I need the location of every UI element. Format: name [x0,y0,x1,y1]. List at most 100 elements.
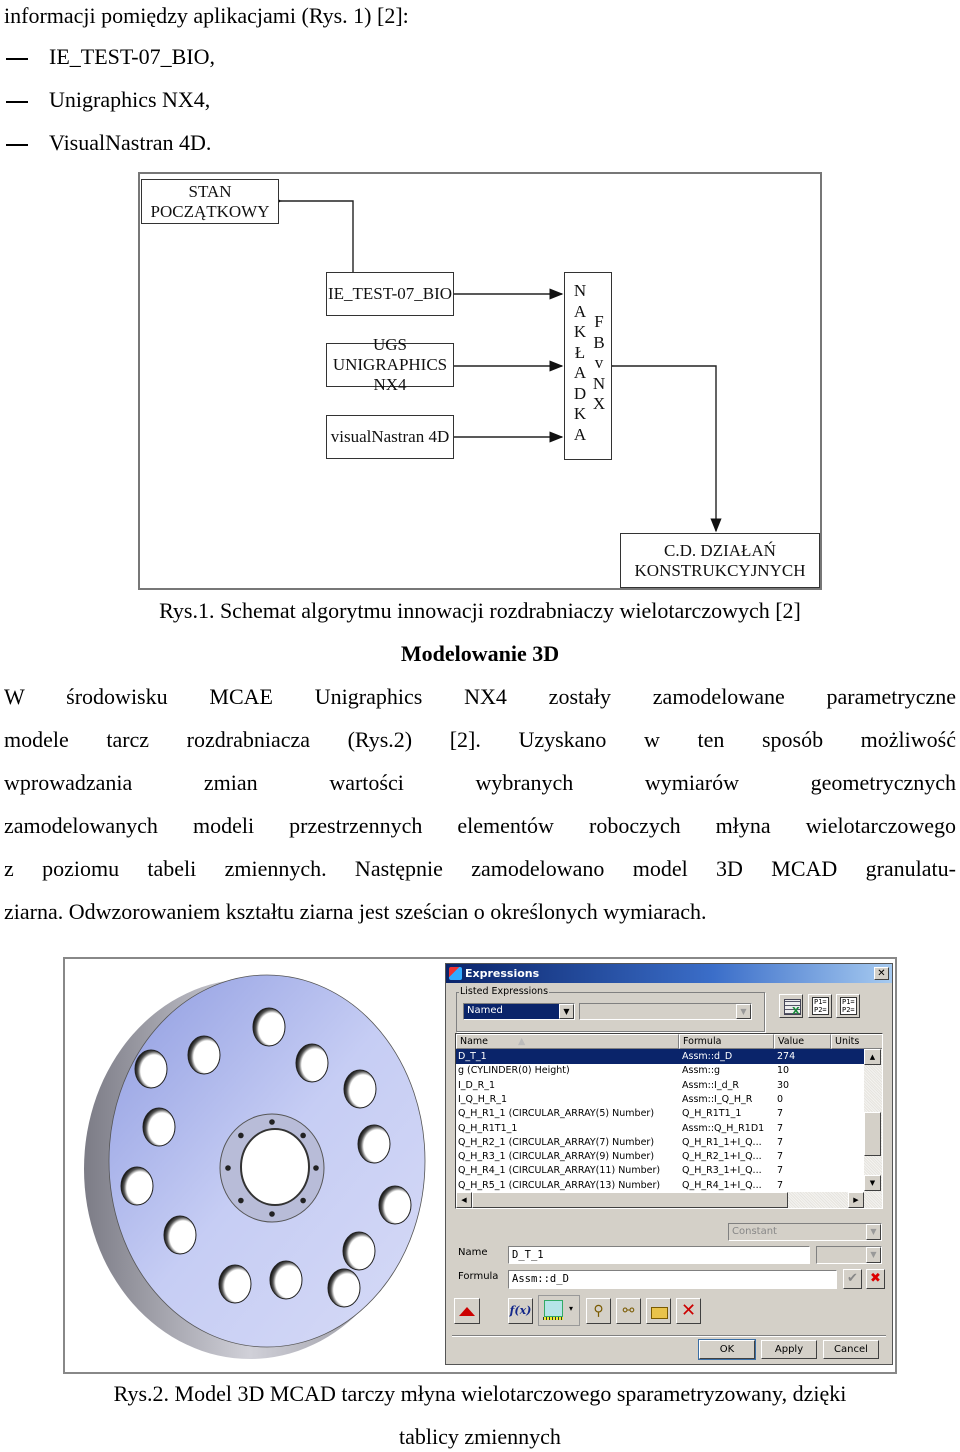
diagram-connectors [268,195,722,533]
apply-button[interactable]: Apply [761,1340,817,1359]
column-header-units[interactable]: Units [831,1034,882,1049]
accept-edit-button[interactable]: ✔ [843,1269,862,1289]
start-box: STAN POCZĄTKOWY [141,179,279,224]
delete-button[interactable]: ✕ [676,1298,701,1324]
expression-row[interactable]: g (CYLINDER(0) Height) Assm::g 10 [456,1063,864,1078]
expression-formula: Q_H_R1T1_1 [682,1108,742,1120]
formula-input[interactable]: Assm::d_D [508,1270,837,1289]
overlay-letter: D [573,383,587,403]
expression-formula: Assm::d_D [682,1051,733,1062]
disc-hole [357,1124,391,1164]
chevron-down-icon[interactable]: ▼ [559,1004,574,1019]
expression-name: Q_H_R1T1_1 [458,1122,518,1134]
expression-name: g (CYLINDER(0) Height) [458,1065,570,1077]
link-icon: ⚲ [593,1303,604,1319]
expression-type-select[interactable]: Constant ▼ [728,1223,882,1241]
folder-open-icon [651,1307,668,1319]
intro-line: informacji pomiędzy aplikacjami (Rys. 1)… [4,3,409,28]
bolt-hole [300,1197,306,1204]
open-file-button[interactable] [646,1298,671,1324]
app-box-label: UGS [372,335,407,354]
disc-hole [120,1166,154,1206]
disc-hole [163,1215,197,1255]
bolt-hole [269,1211,275,1217]
function-button[interactable]: f(x) [508,1298,533,1324]
expression-formula: Q_H_R2_1+I_Q... [682,1151,762,1163]
expression-value: 7 [777,1108,784,1120]
dialog-title-bar[interactable]: Expressions ✕ [446,964,892,983]
scroll-right-button[interactable]: ▶ [848,1192,864,1208]
bullet-dash [6,101,28,103]
expression-row[interactable]: Q_H_R3_1 (CIRCULAR_ARRAY(9) Number) Q_H_R… [456,1149,864,1164]
expression-row[interactable]: Q_H_R5_1 (CIRCULAR_ARRAY(13) Number) Q_H_… [456,1178,864,1193]
chevron-down-icon[interactable]: ▼ [736,1004,751,1019]
expression-row[interactable]: Q_H_R4_1 (CIRCULAR_ARRAY(11) Number) Q_H_… [456,1163,864,1178]
fb-letter: B [593,332,605,352]
horizontal-scrollbar[interactable]: ◀ ▶ [456,1192,882,1208]
column-header-formula[interactable]: Formula [679,1034,774,1049]
figure-caption-1: Rys.1. Schemat algorytmu innowacji rozdr… [159,598,801,623]
end-box-label: KONSTRUKCYJNYCH [634,560,806,580]
close-button[interactable]: ✕ [874,967,889,980]
scroll-thumb[interactable] [864,1112,881,1156]
red-x-icon: ✖ [870,1271,881,1286]
name-input[interactable]: D_T_1 [508,1246,810,1264]
import-expressions-button[interactable]: P1= P2= [808,994,832,1018]
magnifier-link-icon: ⚯ [622,1303,635,1319]
expression-value: 7 [777,1165,784,1177]
fb-letter: F [594,312,604,331]
expression-row[interactable]: D_T_1 Assm::d_D 274 [456,1049,864,1064]
expression-value: 30 [777,1079,790,1091]
expression-value: 7 [777,1122,784,1134]
filter-select[interactable]: Named ▼ [463,1003,575,1020]
cancel-button[interactable]: Cancel [823,1340,879,1359]
expression-row[interactable]: Q_H_R1T1_1 Assm::Q_H_R1D1 7 [456,1121,864,1136]
collapse-button[interactable] [454,1298,480,1324]
disc-3d-model-image [84,974,426,1359]
measure-icon [544,1300,563,1317]
filter-secondary-select[interactable]: ▼ [579,1003,752,1020]
units-select[interactable]: ▼ [816,1246,882,1264]
sort-ascending-icon: ▲ [518,1036,526,1047]
chevron-down-icon[interactable]: ▼ [866,1247,881,1263]
column-header-value[interactable]: Value [774,1034,831,1049]
link-button[interactable]: ⚲ [586,1298,611,1324]
overlay-letter: Ł [574,342,586,362]
spreadsheet-button[interactable]: X [779,994,803,1018]
overlay-letter: N [573,281,587,300]
chevron-down-icon[interactable]: ▼ [866,1224,881,1240]
expression-name: I_Q_H_R_1 [458,1093,508,1105]
expression-value: 0 [777,1093,784,1105]
scroll-up-button[interactable]: ▲ [864,1049,881,1065]
export-expressions-icon: P1= P2= [840,997,857,1015]
bullet-dash [6,144,28,146]
expression-row[interactable]: Q_H_R1_1 (CIRCULAR_ARRAY(5) Number) Q_H_R… [456,1106,864,1121]
expression-formula: Q_H_R1_1+I_Q... [682,1136,762,1148]
filter-select-value: Named [467,1005,503,1016]
reject-edit-button[interactable]: ✖ [866,1269,885,1289]
expression-row[interactable]: I_Q_H_R_1 Assm::I_Q_H_R 0 [456,1092,864,1107]
ok-button[interactable]: OK [698,1339,756,1360]
find-links-button[interactable]: ⚯ [616,1298,641,1324]
disc-hole [378,1185,412,1225]
expression-row[interactable]: I_D_R_1 Assm::I_d_R 30 [456,1078,864,1093]
horizontal-scroll-thumb[interactable] [472,1192,788,1208]
expression-value: 10 [777,1065,790,1077]
scroll-down-button[interactable]: ▼ [864,1175,881,1191]
overlay-letters: NAKŁADKA [571,281,589,445]
checkmark-icon: ✔ [847,1271,858,1286]
vertical-scrollbar[interactable]: ▲ ▼ [864,1049,882,1192]
disc-hole [327,1268,361,1308]
expressions-table: Name ▲ Formula Value Units D_T_1 Assm::d_D… [455,1033,883,1209]
expression-row[interactable]: Q_H_R2_1 (CIRCULAR_ARRAY(7) Number) Q_H_R… [456,1135,864,1150]
figure-caption-2: Rys.2. Model 3D MCAD tarczy młyna wielot… [113,1381,847,1406]
export-expressions-button[interactable]: P1= P2= [836,994,860,1018]
scroll-left-button[interactable]: ◀ [456,1192,472,1208]
measure-dropdown-button[interactable]: ▾ [538,1295,580,1326]
fb-letter: v [594,353,604,372]
expression-value: 7 [777,1179,784,1191]
type-select-value: Constant [732,1226,777,1237]
column-header-name[interactable]: Name ▲ [456,1034,679,1049]
cancel-button-label: Cancel [834,1344,868,1355]
disc-hole [218,1264,252,1304]
